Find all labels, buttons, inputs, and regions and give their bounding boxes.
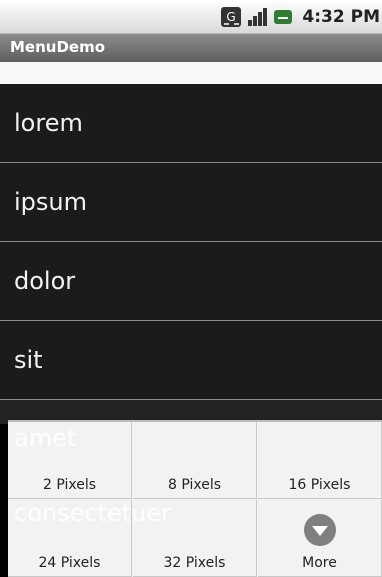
menu-item-label: 32 Pixels <box>163 555 226 571</box>
menu-item-24-pixels[interactable]: 24 Pixels <box>8 500 132 577</box>
list-item-label: sit <box>14 346 43 374</box>
list-item[interactable]: sit <box>0 321 382 399</box>
list-item[interactable]: dolor <box>0 242 382 320</box>
status-bar: G 4:32 PM <box>0 0 382 34</box>
chevron-down-circle-icon <box>304 514 336 546</box>
list-item-label: ipsum <box>14 188 87 216</box>
list-view: lorem ipsum dolor sit <box>0 84 382 424</box>
divider <box>0 399 382 400</box>
menu-item-label: 24 Pixels <box>38 555 101 571</box>
status-clock: 4:32 PM <box>302 7 380 27</box>
list-item-label: dolor <box>14 267 76 295</box>
title-bar: MenuDemo <box>0 34 382 62</box>
list-item-label: lorem <box>14 109 83 137</box>
app-title: MenuDemo <box>10 38 106 56</box>
list-item[interactable]: ipsum <box>0 163 382 241</box>
menu-item-label: More <box>302 555 337 571</box>
menu-item-label: 8 Pixels <box>167 477 222 493</box>
data-sync-icon: G <box>221 7 242 27</box>
options-menu: 2 Pixels 8 Pixels 16 Pixels 24 Pixels 32… <box>8 420 382 577</box>
content-top-strip <box>0 62 382 84</box>
status-icons: G 4:32 PM <box>220 0 382 34</box>
svg-text:G: G <box>227 10 236 24</box>
menu-item-16-pixels[interactable]: 16 Pixels <box>258 422 382 499</box>
menu-item-more[interactable]: More <box>258 500 382 577</box>
menu-item-32-pixels[interactable]: 32 Pixels <box>133 500 257 577</box>
menu-item-label: 2 Pixels <box>42 477 97 493</box>
menu-item-8-pixels[interactable]: 8 Pixels <box>133 422 257 499</box>
battery-icon <box>274 10 293 24</box>
menu-item-label: 16 Pixels <box>288 477 351 493</box>
list-item[interactable]: lorem <box>0 84 382 162</box>
menu-item-2-pixels[interactable]: 2 Pixels <box>8 422 132 499</box>
signal-icon <box>248 8 268 26</box>
